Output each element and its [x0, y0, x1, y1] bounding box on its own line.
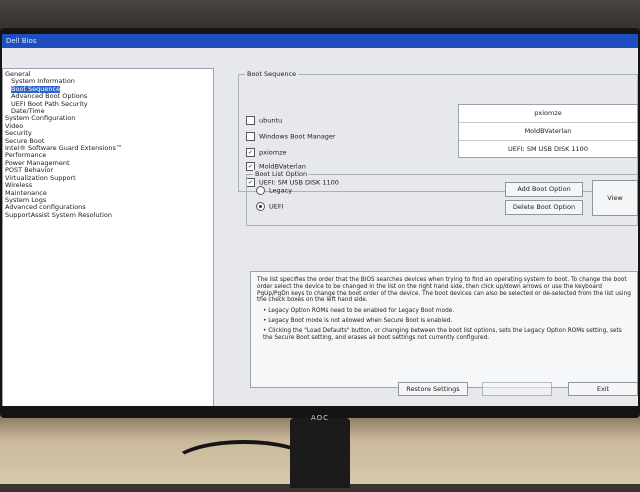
bios-screen: Dell Bios General System Information Boot … — [2, 34, 638, 406]
boot-order-item[interactable]: MoldBVaterlan — [459, 123, 637, 141]
checkbox-unchecked-icon — [246, 116, 255, 125]
boot-list-option-title: Boot List Option — [253, 170, 310, 178]
radio-circle-icon — [256, 186, 265, 195]
exit-button[interactable]: Exit — [568, 382, 638, 396]
tree-item[interactable]: Video — [3, 122, 213, 130]
uefi-label: UEFI — [269, 202, 284, 211]
boot-option-checkbox[interactable]: Windows Boot Manager — [246, 132, 336, 141]
apply-button[interactable] — [482, 382, 552, 396]
description-bullet: • Clicking the "Load Defaults" button, o… — [263, 327, 622, 341]
checkbox-unchecked-icon — [246, 132, 255, 141]
view-button[interactable]: View — [592, 180, 638, 216]
boot-option-label: Windows Boot Manager — [259, 132, 336, 141]
checkbox-checked-icon: ✓ — [246, 148, 255, 157]
window-title: Dell Bios — [2, 34, 638, 48]
description-bullet: • Legacy Boot mode is not allowed when S… — [263, 317, 453, 324]
description-text: The list specifies the order that the BI… — [257, 277, 631, 304]
delete-boot-option-button[interactable]: Delete Boot Option — [505, 200, 583, 215]
legacy-radio[interactable]: Legacy — [256, 186, 292, 195]
uefi-radio[interactable]: UEFI — [256, 202, 284, 211]
tree-item[interactable]: SupportAssist System Resolution — [3, 210, 213, 219]
description-bullet: • Legacy Option ROMs need to be enabled … — [263, 308, 455, 315]
boot-option-label: ubuntu — [259, 116, 283, 125]
settings-tree[interactable]: General System Information Boot Sequence Ad… — [2, 68, 214, 406]
boot-option-label: pxiomze — [259, 148, 287, 157]
boot-sequence-title: Boot Sequence — [245, 70, 299, 78]
boot-order-item[interactable]: pxiomze — [459, 105, 637, 123]
boot-option-checkbox[interactable]: ubuntu — [246, 116, 282, 125]
description-panel: The list specifies the order that the BI… — [250, 271, 638, 388]
radio-selected-icon — [256, 202, 265, 211]
tree-item[interactable]: System Configuration — [3, 115, 213, 122]
tree-item-label: SupportAssist System Resolution — [5, 210, 112, 219]
boot-order-item[interactable]: UEFI: SM USB DISK 1100 — [459, 141, 637, 158]
tree-item[interactable]: Virtualization Support — [3, 174, 213, 182]
monitor-brand-logo: AOC — [310, 414, 330, 422]
add-boot-option-button[interactable]: Add Boot Option — [505, 182, 583, 197]
restore-settings-button[interactable]: Restore Settings — [398, 382, 468, 396]
legacy-label: Legacy — [269, 186, 293, 195]
boot-order-list[interactable]: pxiomze MoldBVaterlan UEFI: SM USB DISK … — [458, 104, 638, 158]
boot-option-checkbox[interactable]: ✓ pxiomze — [246, 148, 287, 157]
monitor-stand — [290, 418, 350, 488]
